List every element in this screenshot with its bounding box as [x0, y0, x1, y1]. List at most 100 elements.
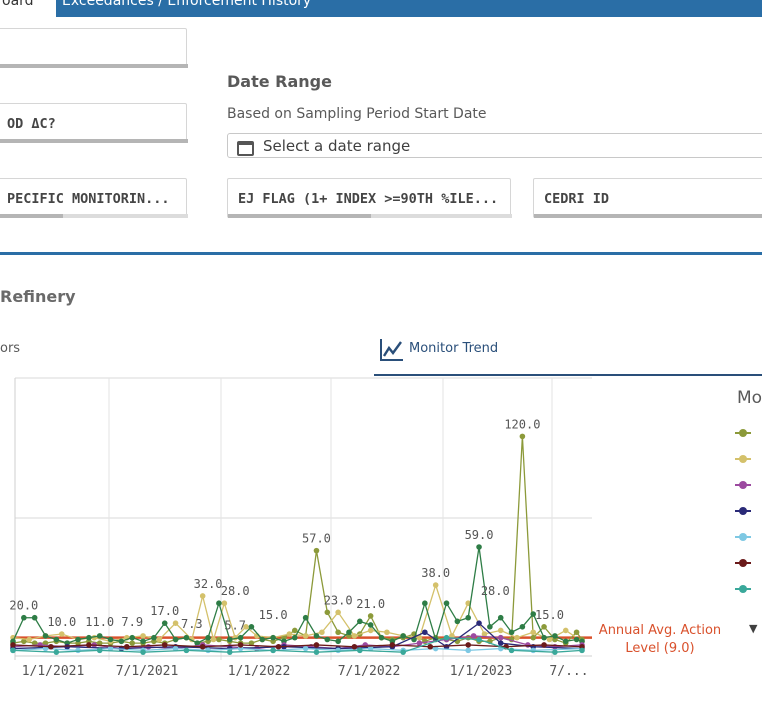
data-point [270, 647, 276, 654]
data-point [514, 634, 520, 641]
data-label: 32.0 [194, 577, 223, 591]
filter-box-2[interactable]: OD ΔC? [0, 103, 188, 143]
data-point [573, 636, 580, 643]
data-point [275, 643, 282, 650]
legend-item[interactable] [735, 428, 755, 438]
data-label: 120.0 [504, 417, 540, 431]
data-point [199, 593, 206, 599]
data-point [541, 634, 547, 641]
data-label: 21.0 [356, 597, 385, 611]
data-point [129, 634, 136, 641]
filter-box-2-label: OD ΔC? [7, 116, 56, 132]
data-label: 23.0 [324, 593, 353, 607]
data-point [335, 638, 341, 645]
data-point [351, 633, 358, 639]
data-label: 5.7 [224, 619, 246, 633]
filter-box-1[interactable] [0, 28, 188, 68]
data-point [48, 643, 54, 650]
caret-down-icon[interactable]: ▼ [749, 622, 757, 635]
x-tick-label: 7/1/2022 [338, 664, 401, 679]
data-point [427, 643, 434, 650]
filter-box-3-bar-rest [63, 214, 188, 218]
tab-exceedances[interactable]: Exceedances / Enforcement History [62, 0, 311, 9]
data-point [75, 647, 81, 654]
date-range-placeholder: Select a date range [263, 137, 411, 155]
data-point [476, 544, 482, 550]
data-point [497, 634, 504, 641]
data-point [313, 649, 320, 655]
section-title: Refinery [0, 287, 76, 306]
data-point [508, 629, 515, 636]
filter-box-3[interactable]: PECIFIC MONITORIN... [0, 178, 188, 218]
data-point [237, 642, 244, 648]
legend-item[interactable] [735, 532, 755, 542]
line-chart-icon [380, 339, 403, 361]
data-point [335, 609, 341, 616]
data-point [226, 636, 233, 643]
legend-dot [739, 429, 747, 437]
filter-box-4[interactable]: EJ FLAG (1+ INDEX >=90TH %ILE... [227, 178, 512, 218]
legend-item[interactable] [735, 584, 755, 594]
data-point [357, 618, 363, 625]
data-label: 7.9 [121, 615, 143, 629]
data-label: 15.0 [535, 608, 564, 622]
tab-dashboard[interactable]: oard [0, 0, 56, 17]
data-point [389, 642, 396, 648]
filter-box-5-bar [534, 214, 762, 218]
data-point [26, 636, 33, 643]
data-label: 7.3 [181, 617, 203, 631]
data-point [422, 629, 428, 636]
data-point [324, 636, 331, 643]
calendar-icon [237, 141, 254, 156]
data-point [562, 638, 569, 645]
data-point [118, 638, 125, 645]
data-point [497, 640, 504, 646]
data-point [96, 633, 103, 639]
data-label: 17.0 [150, 604, 179, 618]
data-point [172, 636, 179, 643]
data-point [205, 647, 211, 654]
legend-title: Mo [737, 388, 762, 408]
legend-item[interactable] [735, 480, 755, 490]
x-tick-label: 1/1/2022 [228, 664, 291, 679]
legend-item[interactable] [735, 506, 755, 516]
data-point [313, 633, 320, 639]
data-point [519, 624, 526, 630]
data-point [324, 609, 331, 616]
data-point [199, 643, 206, 650]
data-label: 57.0 [302, 532, 331, 546]
data-point [96, 647, 103, 654]
x-tick-label: 1/1/2021 [22, 664, 85, 679]
data-point [422, 600, 428, 607]
data-point [210, 636, 217, 643]
data-point [216, 636, 222, 643]
reference-label-line1: Annual Avg. Action [599, 623, 721, 638]
legend-item[interactable] [735, 558, 755, 568]
legend-item[interactable] [735, 454, 755, 464]
data-label: 20.0 [9, 599, 38, 613]
data-point [75, 636, 81, 643]
data-point [151, 634, 157, 641]
data-point [286, 631, 293, 637]
tab-dashboard-label: oard [2, 0, 34, 9]
data-point [42, 633, 49, 639]
data-point [454, 618, 461, 625]
legend-dot [739, 455, 747, 463]
legend-dot [739, 481, 747, 489]
data-point [140, 633, 146, 639]
data-point [400, 649, 406, 655]
data-point [552, 649, 558, 655]
date-range-input[interactable]: Select a date range [227, 133, 762, 158]
filter-box-1-bar [0, 64, 188, 68]
legend-dot [739, 559, 747, 567]
tab-monitors[interactable]: ors [0, 341, 20, 356]
filter-box-5[interactable]: CEDRI ID [533, 178, 762, 218]
filter-box-5-label: CEDRI ID [544, 191, 610, 207]
legend-dot [739, 507, 747, 515]
data-point [400, 633, 406, 639]
data-point [508, 647, 515, 654]
data-point [248, 624, 255, 630]
data-point [530, 629, 537, 636]
data-point [313, 642, 320, 648]
data-label: 28.0 [481, 584, 510, 598]
